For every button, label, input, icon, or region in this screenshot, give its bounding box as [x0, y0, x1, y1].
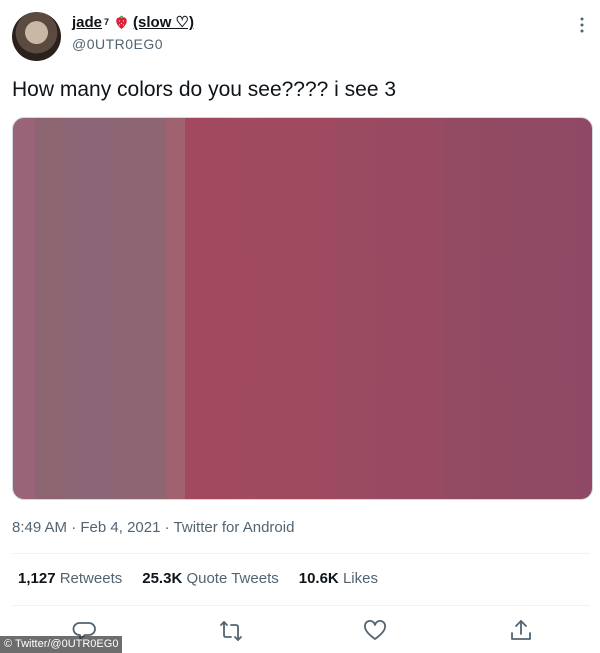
author-name-line[interactable]: jade 7 (slow ♡) [72, 13, 194, 32]
likes-label: Likes [342, 570, 378, 587]
meta-separator: · [71, 519, 77, 536]
meta-separator: · [164, 519, 170, 536]
tweet-date[interactable]: Feb 4, 2021 [80, 519, 160, 536]
retweet-icon[interactable] [218, 618, 244, 644]
tweet-text: How many colors do you see???? i see 3 [12, 78, 397, 101]
author-status[interactable]: (slow ♡) [133, 13, 194, 31]
tweet-source[interactable]: Twitter for Android [174, 519, 295, 536]
quote-tweets-label: Quote Tweets [186, 570, 279, 587]
strawberry-icon [114, 14, 129, 30]
tweet-image[interactable] [12, 117, 593, 500]
likes-stat[interactable]: 10.6K Likes [299, 570, 378, 587]
quote-tweets-stat[interactable]: 25.3K Quote Tweets [142, 570, 278, 587]
author-handle[interactable]: @0UTR0EG0 [72, 36, 163, 52]
tweet-stats: 1,127 Retweets 25.3K Quote Tweets 10.6K … [18, 570, 378, 587]
retweets-label: Retweets [59, 570, 123, 587]
divider [12, 605, 590, 606]
author-name[interactable]: jade [72, 14, 102, 31]
divider [12, 553, 590, 554]
tweet-time[interactable]: 8:49 AM [12, 519, 67, 536]
retweets-count: 1,127 [18, 570, 56, 587]
more-dots-icon[interactable] [574, 16, 590, 34]
image-credit: © Twitter/@0UTR0EG0 [0, 636, 123, 653]
avatar[interactable] [12, 12, 61, 61]
retweets-stat[interactable]: 1,127 Retweets [18, 570, 122, 587]
author-name-superscript: 7 [104, 17, 110, 27]
likes-count: 10.6K [298, 570, 339, 587]
quote-tweets-count: 25.3K [142, 570, 183, 587]
share-icon[interactable] [508, 618, 534, 644]
tweet-meta: 8:49 AM · Feb 4, 2021 · Twitter for Andr… [12, 519, 294, 536]
heart-icon[interactable] [362, 618, 388, 644]
